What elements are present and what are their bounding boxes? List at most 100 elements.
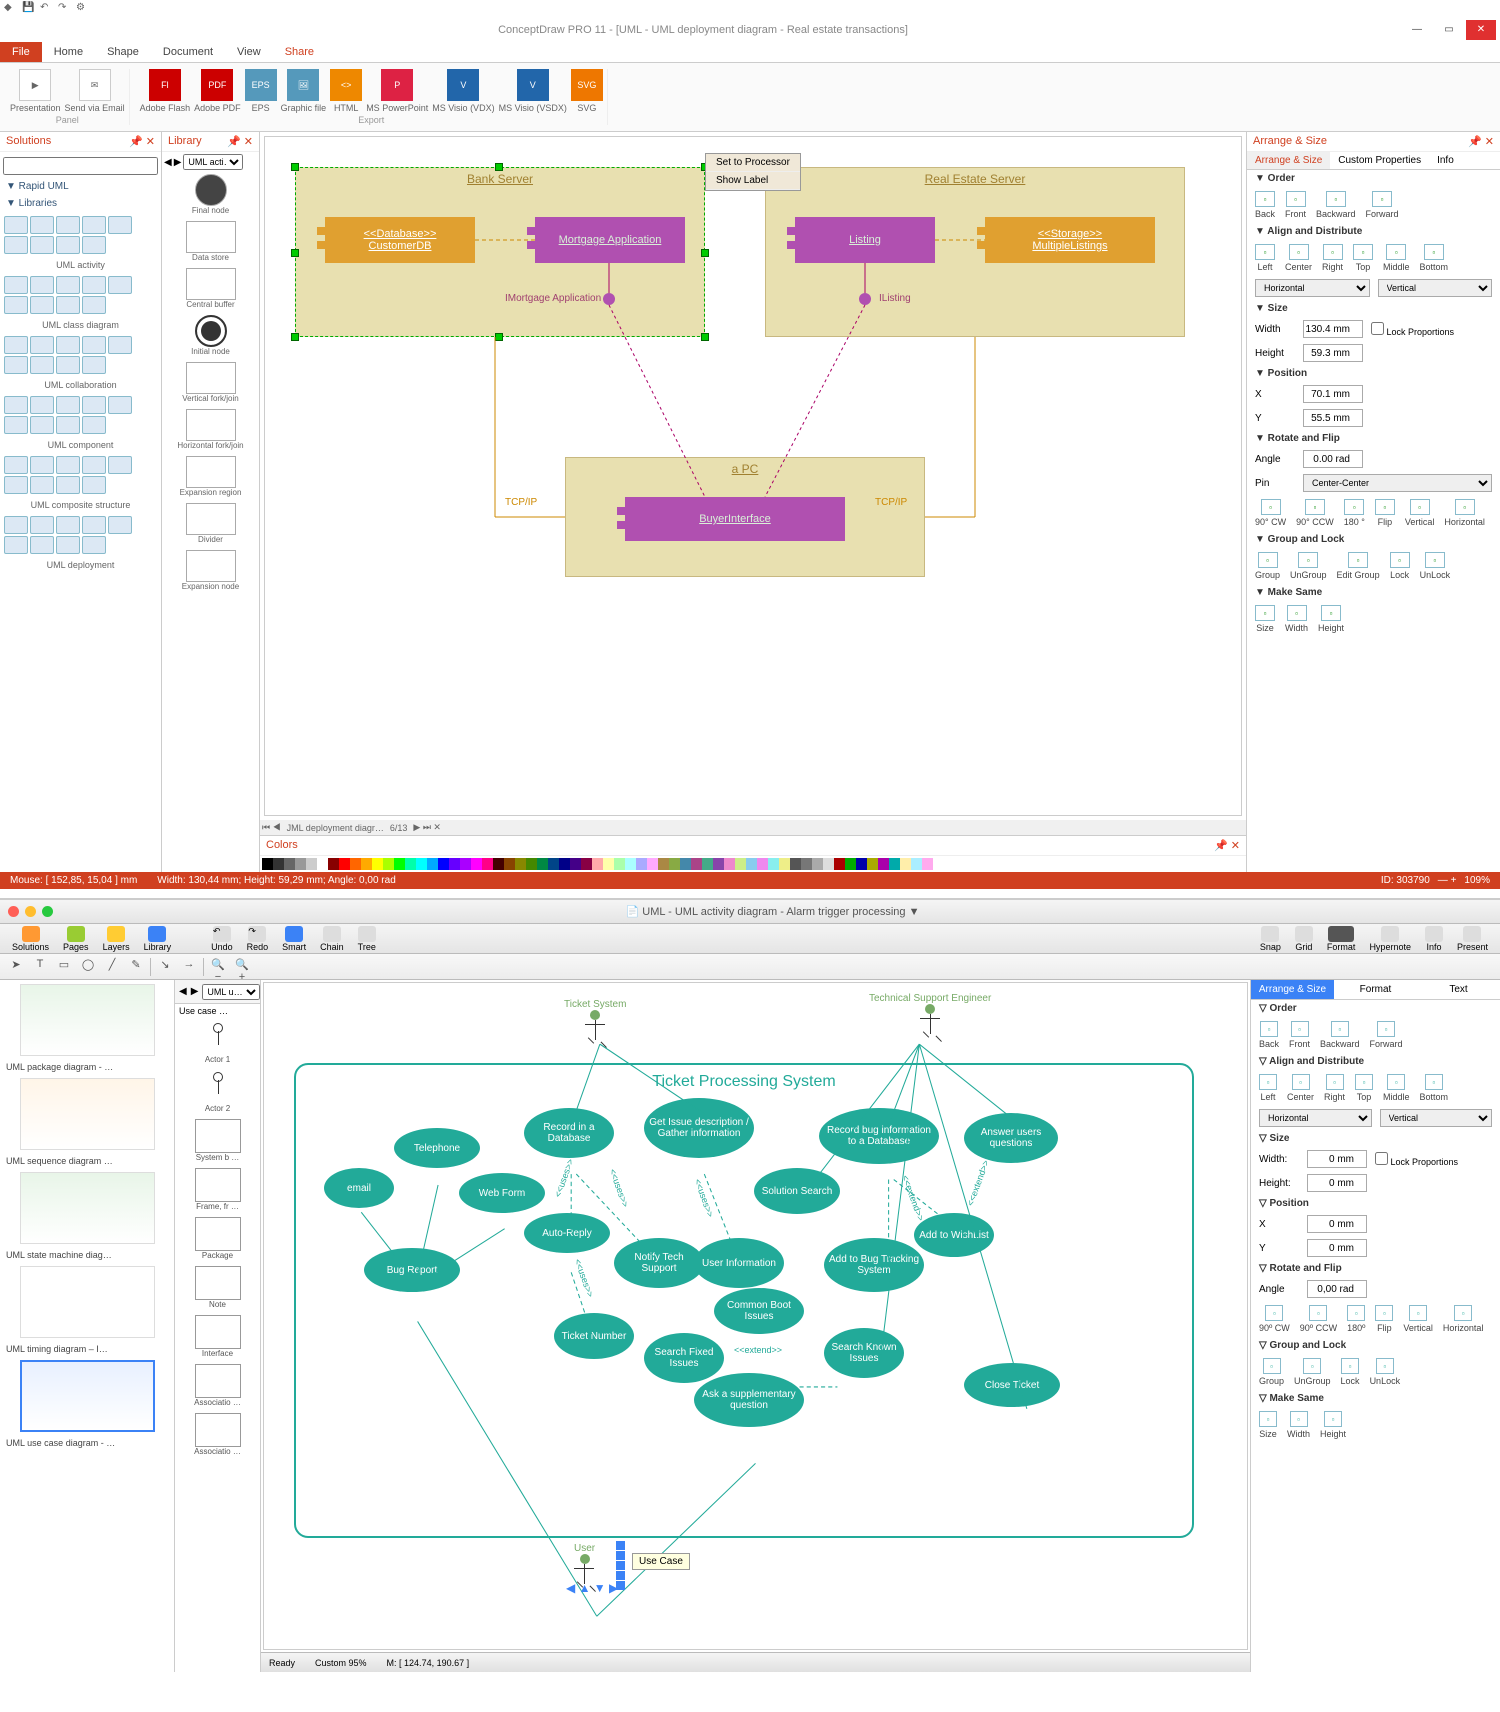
color-swatch[interactable] — [317, 858, 328, 870]
shape-grid[interactable] — [0, 212, 161, 258]
color-swatch[interactable] — [537, 858, 548, 870]
color-swatch[interactable] — [724, 858, 735, 870]
unlock-button[interactable]: ▫UnLock — [1370, 1358, 1401, 1386]
color-swatch[interactable] — [339, 858, 350, 870]
color-swatch[interactable] — [427, 858, 438, 870]
color-swatch[interactable] — [801, 858, 812, 870]
solution-thumbnail[interactable] — [20, 1078, 155, 1150]
color-swatch[interactable] — [526, 858, 537, 870]
pin-dropdown[interactable]: Center-Center — [1303, 474, 1492, 492]
color-swatch[interactable] — [383, 858, 394, 870]
solution-group-label[interactable]: UML component — [0, 438, 161, 452]
pointer-tool-icon[interactable]: ➤ — [6, 958, 26, 976]
nav-fwd-icon[interactable]: ▶ — [174, 157, 182, 168]
uc-close-ticket[interactable]: Close Ticket — [964, 1363, 1060, 1407]
color-swatch[interactable] — [361, 858, 372, 870]
color-swatch[interactable] — [394, 858, 405, 870]
color-swatch[interactable] — [273, 858, 284, 870]
color-swatch[interactable] — [900, 858, 911, 870]
uc-ticket-num[interactable]: Ticket Number — [554, 1313, 634, 1359]
color-swatch[interactable] — [603, 858, 614, 870]
uc-userinfo[interactable]: User Information — [694, 1238, 784, 1288]
color-swatch[interactable] — [779, 858, 790, 870]
backward-button[interactable]: ▫Backward — [1316, 191, 1356, 219]
library-shape[interactable]: Expansion region — [164, 456, 257, 497]
width-input[interactable] — [1303, 320, 1363, 338]
color-swatch[interactable] — [746, 858, 757, 870]
library-shape[interactable]: Frame, fr … — [175, 1165, 260, 1214]
color-swatch[interactable] — [328, 858, 339, 870]
export-svg[interactable]: SVGSVG — [571, 69, 603, 113]
color-swatch[interactable] — [581, 858, 592, 870]
color-swatch[interactable] — [790, 858, 801, 870]
color-swatch[interactable] — [691, 858, 702, 870]
color-swatch[interactable] — [559, 858, 570, 870]
maximize-button[interactable]: ▭ — [1434, 20, 1464, 40]
height-input[interactable] — [1303, 344, 1363, 362]
export-flash[interactable]: FlAdobe Flash — [140, 69, 191, 113]
tab-arrange[interactable]: Arrange & Size — [1251, 980, 1334, 1000]
undo-icon[interactable]: ↶ — [40, 2, 54, 16]
actor-user[interactable]: User — [574, 1543, 595, 1584]
drawing-canvas[interactable]: Ticket System Technical Support Engineer… — [263, 982, 1248, 1650]
x-input[interactable] — [1307, 1215, 1367, 1233]
solution-group-label[interactable]: UML activity — [0, 258, 161, 272]
context-menu[interactable]: Set to Processor Show Label — [705, 153, 801, 191]
lock-button[interactable]: ▫Lock — [1341, 1358, 1360, 1386]
color-swatch[interactable] — [889, 858, 900, 870]
component-multiplelistings[interactable]: <<Storage>> MultipleListings — [985, 217, 1155, 263]
back-button[interactable]: ▫Back — [1255, 191, 1275, 219]
align-vert-dropdown[interactable]: Vertical — [1378, 279, 1493, 297]
component-listing[interactable]: Listing — [795, 217, 935, 263]
solution-label[interactable]: UML timing diagram – I… — [0, 1342, 174, 1356]
redo-button[interactable]: ↷Redo — [243, 926, 273, 952]
library-shape[interactable]: Data store — [164, 221, 257, 262]
library-shape[interactable]: Vertical fork/join — [164, 362, 257, 403]
layers-button[interactable]: Layers — [99, 926, 134, 952]
y-input[interactable] — [1303, 409, 1363, 427]
libraries-header[interactable]: ▼ Libraries — [0, 195, 161, 212]
component-customerdb[interactable]: <<Database>> CustomerDB — [325, 217, 475, 263]
line-tool-icon[interactable]: ╱ — [102, 958, 122, 976]
90-cw-button[interactable]: ▫90° CW — [1255, 499, 1286, 527]
solution-group-label[interactable]: UML class diagram — [0, 318, 161, 332]
color-swatch[interactable] — [713, 858, 724, 870]
color-swatch[interactable] — [856, 858, 867, 870]
export-graphic[interactable]: 🖼Graphic file — [281, 69, 327, 113]
group-button[interactable]: ▫Group — [1259, 1358, 1284, 1386]
color-swatch[interactable] — [669, 858, 680, 870]
tab-custom[interactable]: Custom Properties — [1330, 152, 1429, 169]
color-swatch[interactable] — [647, 858, 658, 870]
tab-text[interactable]: Text — [1417, 980, 1500, 1000]
shape-grid[interactable] — [0, 332, 161, 378]
ctx-show-label[interactable]: Show Label — [706, 172, 800, 190]
library-shape[interactable]: Horizontal fork/join — [164, 409, 257, 450]
color-swatch[interactable] — [460, 858, 471, 870]
color-swatch[interactable] — [768, 858, 779, 870]
library-shape[interactable]: Associatio … — [175, 1410, 260, 1459]
uc-webform[interactable]: Web Form — [459, 1173, 545, 1213]
library-shape[interactable]: Initial node — [164, 315, 257, 356]
color-swatch[interactable] — [416, 858, 427, 870]
present-button[interactable]: Present — [1453, 926, 1492, 952]
zoom-in-icon[interactable]: 🔍+ — [232, 958, 252, 976]
ungroup-button[interactable]: ▫UnGroup — [1290, 552, 1327, 580]
color-swatch[interactable] — [471, 858, 482, 870]
solution-thumbnail[interactable] — [20, 1266, 155, 1338]
tab-format[interactable]: Format — [1334, 980, 1417, 1000]
library-shape[interactable]: Expansion node — [164, 550, 257, 591]
unlock-button[interactable]: ▫UnLock — [1420, 552, 1451, 580]
pin-icon[interactable]: 📌 ✕ — [129, 135, 155, 148]
color-swatch[interactable] — [295, 858, 306, 870]
title-dropdown-icon[interactable]: ▼ — [909, 906, 920, 918]
connector-icon[interactable]: ↘ — [155, 958, 175, 976]
uc-add-wishlist[interactable]: Add to WishList — [914, 1213, 994, 1257]
ctx-set-processor[interactable]: Set to Processor — [706, 154, 800, 172]
left-button[interactable]: ▫Left — [1259, 1074, 1277, 1102]
color-swatches[interactable] — [260, 856, 1246, 872]
90-ccw-button[interactable]: ▫90º CCW — [1300, 1305, 1337, 1333]
uc-answer[interactable]: Answer users questions — [964, 1113, 1058, 1163]
uc-telephone[interactable]: Telephone — [394, 1128, 480, 1168]
close-button[interactable] — [8, 906, 19, 917]
ellipse-tool-icon[interactable]: ◯ — [78, 958, 98, 976]
